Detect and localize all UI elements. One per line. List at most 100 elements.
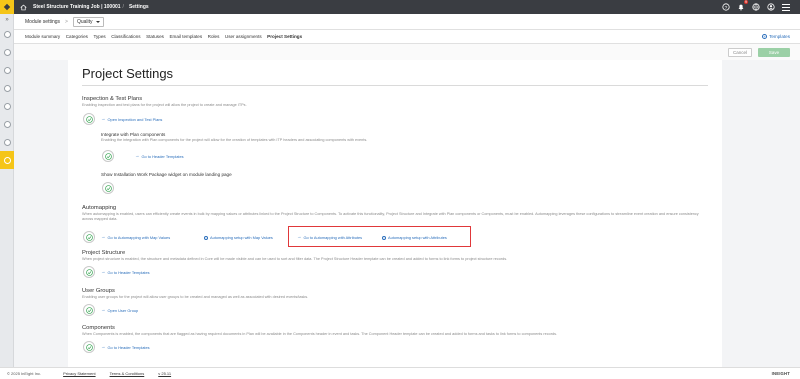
module-select-value: Quality [76, 18, 93, 25]
check-icon [85, 233, 93, 241]
module-icon [3, 120, 11, 128]
check-icon [104, 152, 112, 160]
add-circle-icon: + [762, 34, 768, 39]
tab-project-settings[interactable]: Project Settings [267, 34, 302, 39]
tab-statuses[interactable]: Statuses [146, 34, 164, 39]
section-desc-automapping: When automapping is enabled, users can e… [82, 212, 699, 221]
section-desc-user-groups: Enabling user groups for the project wil… [82, 295, 309, 299]
open-itp-link-label: Open Inspection and Test Plans [107, 117, 163, 122]
help-icon[interactable]: ? [722, 3, 730, 11]
templates-link[interactable]: + Templates [762, 34, 790, 39]
tab-types[interactable]: Types [93, 34, 105, 39]
module-icon [3, 30, 11, 38]
collapse-rail-icon[interactable]: » [0, 14, 14, 25]
globe-icon[interactable] [752, 3, 760, 11]
section-title-components: Components [82, 325, 115, 331]
arrow-right-icon: → [101, 344, 106, 350]
highlight-box [288, 226, 471, 247]
version-link[interactable]: v 25.11 [158, 371, 171, 376]
automapping-map-values-link[interactable]: → Go to Automapping with Map Values [101, 235, 170, 240]
section-title-automapping: Automapping [82, 205, 117, 211]
gear-icon [204, 235, 208, 240]
svg-text:?: ? [725, 5, 728, 11]
rail-item-1[interactable] [0, 25, 14, 43]
section-title: Settings [128, 4, 149, 10]
check-icon [85, 268, 93, 276]
job-title[interactable]: Steel Structure Training Job | 100001 [33, 4, 121, 10]
check-icon [85, 343, 93, 351]
check-icon [85, 306, 93, 314]
tab-email-templates[interactable]: Email templates [169, 34, 202, 39]
templates-link-label: Templates [769, 34, 790, 39]
module-icon [3, 48, 11, 56]
top-bar: Steel Structure Training Job | 100001 / … [0, 0, 800, 14]
rail-item-5[interactable] [0, 97, 14, 115]
rail-item-3[interactable] [0, 61, 14, 79]
tab-categories[interactable]: Categories [66, 34, 88, 39]
plan-header-templates-link[interactable]: → Go to Header Templates [135, 154, 184, 159]
inspection-toggle[interactable] [83, 113, 95, 125]
module-icon [3, 138, 11, 146]
section-desc-inspection: Enabling inspection and test plans for t… [82, 103, 247, 107]
rail-item-quality[interactable] [0, 151, 14, 169]
module-icon [3, 66, 11, 74]
open-user-group-label: Open User Group [107, 308, 139, 313]
ps-header-templates-link[interactable]: → Go to Header Templates [101, 270, 150, 275]
rail-item-4[interactable] [0, 79, 14, 97]
check-icon [104, 184, 112, 192]
settings-tabs: Module summary Categories Types Classifi… [14, 30, 800, 44]
automapping-setup-map-values-label: Automapping setup with Map Values [210, 235, 273, 240]
section-title-inspection: Inspection & Test Plans [82, 96, 143, 102]
chevron-right-icon: > [65, 18, 68, 25]
rail-item-2[interactable] [0, 43, 14, 61]
open-user-group-link[interactable]: → Open User Group [101, 308, 138, 313]
components-header-templates-label: Go to Header Templates [107, 345, 150, 350]
menu-icon[interactable] [782, 3, 790, 11]
project-settings-card: Project Settings Inspection & Test Plans… [68, 60, 722, 367]
app-logo-icon [3, 3, 11, 11]
tab-roles[interactable]: Roles [208, 34, 220, 39]
rail-item-7[interactable] [0, 133, 14, 151]
action-bar: Cancel Save [14, 44, 800, 60]
automapping-toggle[interactable] [83, 231, 95, 243]
automapping-map-values-label: Go to Automapping with Map Values [107, 235, 171, 240]
notification-bell-icon[interactable]: 9 [737, 0, 748, 11]
automapping-setup-map-values-link[interactable]: Automapping setup with Map Values [204, 235, 273, 240]
user-avatar-icon[interactable] [767, 3, 775, 11]
tab-user-assignments[interactable]: User assignments [225, 34, 262, 39]
check-icon [85, 115, 93, 123]
module-select[interactable]: Quality [72, 16, 104, 27]
section-title-project-structure: Project Structure [82, 250, 126, 256]
components-header-templates-link[interactable]: → Go to Header Templates [101, 345, 150, 350]
section-desc-components: When Components is enabled, the componen… [82, 332, 558, 336]
module-settings-label: Module settings [25, 18, 61, 25]
project-structure-toggle[interactable] [83, 266, 95, 278]
arrow-right-icon: → [101, 234, 106, 240]
section-desc-project-structure: When project structure is enabled, the s… [82, 257, 508, 261]
components-toggle[interactable] [83, 341, 95, 353]
arrow-right-icon: → [101, 269, 106, 275]
arrow-right-icon: → [135, 153, 140, 159]
terms-link[interactable]: Terms & Conditions [110, 371, 145, 376]
privacy-link[interactable]: Privacy Statement [63, 371, 95, 376]
breadcrumb-separator: / [122, 4, 124, 10]
cancel-button[interactable]: Cancel [728, 48, 752, 57]
app-logo[interactable] [0, 0, 14, 14]
rail-item-6[interactable] [0, 115, 14, 133]
copyright-text: © 2025 InEight Inc. [7, 371, 42, 376]
section-title-user-groups: User Groups [82, 288, 115, 294]
brand-logo: INEIGHT [771, 371, 790, 376]
user-groups-toggle[interactable] [83, 304, 95, 316]
tab-module-summary[interactable]: Module summary [25, 34, 60, 39]
chevron-down-icon [95, 20, 100, 23]
arrow-right-icon: → [101, 116, 106, 122]
footer: © 2025 InEight Inc. Privacy Statement Te… [0, 367, 800, 379]
subsection-title-plan: Integrate with Plan components [101, 132, 166, 137]
iwp-widget-toggle[interactable] [102, 182, 114, 194]
plan-integration-toggle[interactable] [102, 150, 114, 162]
tab-classifications[interactable]: Classifications [111, 34, 140, 39]
home-icon[interactable] [16, 0, 30, 14]
quality-module-icon [3, 156, 11, 164]
save-button[interactable]: Save [758, 48, 790, 57]
open-itp-link[interactable]: → Open Inspection and Test Plans [101, 117, 162, 122]
